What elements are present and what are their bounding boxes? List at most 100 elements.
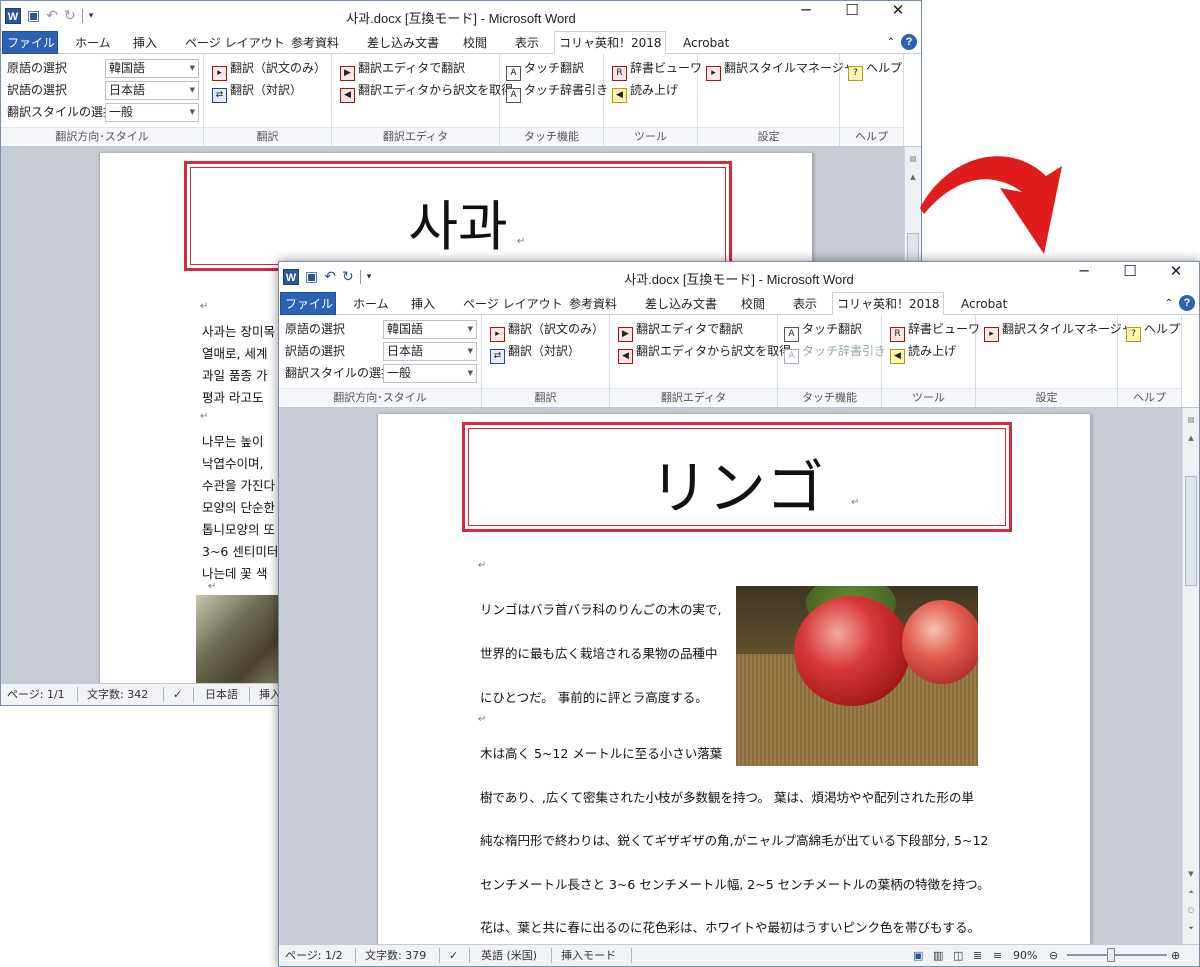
style-manager-button[interactable]: ▸ 翻訳スタイルマネージャ: [706, 58, 855, 81]
editor-get-icon: ◀: [340, 88, 355, 103]
zoom-out-icon[interactable]: ⊖: [1049, 945, 1058, 966]
prev-page-icon[interactable]: ⏶: [1183, 884, 1199, 900]
style-select[interactable]: 一般 ▼: [105, 103, 199, 122]
outline-icon[interactable]: ≣: [973, 945, 982, 966]
touch-translate-button[interactable]: A タッチ翻訳: [784, 319, 862, 342]
minimize-button[interactable]: ─: [783, 1, 829, 32]
editor-translate-button[interactable]: ▶ 翻訳エディタで翻訳: [618, 319, 743, 342]
dict-viewer-button[interactable]: R 辞書ビューワ: [612, 58, 702, 81]
close-button[interactable]: ✕: [1153, 262, 1199, 293]
editor-translate-button[interactable]: ▶ 翻訳エディタで翻訳: [340, 58, 465, 81]
text-line: 수관을 가진다: [202, 478, 275, 493]
ribbon-tabs: ファイル ホーム 挿入 ページ レイアウト 参考資料 差し込み文書 校閲 表示 …: [1, 30, 921, 54]
word-count[interactable]: 文字数: 379: [365, 945, 426, 966]
source-select[interactable]: 韓国語 ▼: [105, 59, 199, 78]
ruler-toggle-icon[interactable]: ▤: [1183, 412, 1199, 428]
tab-insert[interactable]: 挿入: [129, 32, 161, 54]
translate-pair-icon: ⇄: [490, 349, 505, 364]
help-icon[interactable]: ?: [1179, 295, 1195, 311]
insert-mode[interactable]: 挿入モード: [561, 945, 616, 966]
tab-korya[interactable]: コリャ英和！2018: [554, 31, 666, 54]
tab-references[interactable]: 参考資料: [565, 293, 621, 315]
tab-review[interactable]: 校閲: [459, 32, 491, 54]
tab-insert[interactable]: 挿入: [407, 293, 439, 315]
tab-review[interactable]: 校閲: [737, 293, 769, 315]
word-count[interactable]: 文字数: 342: [87, 684, 148, 705]
target-select[interactable]: 日本語 ▼: [383, 342, 477, 361]
collapse-ribbon-icon[interactable]: ⌃: [887, 37, 895, 48]
status-bar: ページ: 1/2 文字数: 379 ✓ 英語 (米国) 挿入モード ▣ ▥ ◫ …: [279, 944, 1199, 966]
print-layout-icon[interactable]: ▣: [913, 945, 923, 966]
group-label: 設定: [698, 127, 839, 144]
scrollbar-thumb[interactable]: [1185, 476, 1197, 586]
group-label: 設定: [976, 388, 1117, 405]
vertical-scrollbar[interactable]: ▤ ▲ ▼ ⏶ ○ ⏷: [1182, 408, 1199, 944]
help-button[interactable]: ? ヘルプ: [848, 58, 902, 81]
proofing-icon[interactable]: ✓: [173, 684, 182, 705]
touch-dict-button[interactable]: A タッチ辞書引き: [784, 341, 886, 364]
maximize-button[interactable]: ☐: [1107, 262, 1153, 293]
group-direction: 原語の選択 韓国語 ▼ 訳語の選択 日本語 ▼ 翻訳スタイルの選択 一般 ▼ 翻訳方向…: [1, 54, 204, 146]
collapse-ribbon-icon[interactable]: ⌃: [1165, 298, 1173, 309]
style-manager-button[interactable]: ▸ 翻訳スタイルマネージャ: [984, 319, 1134, 342]
read-aloud-button[interactable]: ◀ 読み上げ: [612, 80, 678, 103]
editor-get-label: 翻訳エディタから訳文を取得: [358, 83, 514, 97]
tab-acrobat[interactable]: Acrobat: [957, 293, 1011, 315]
tab-page-layout[interactable]: ページ レイアウト: [181, 32, 289, 54]
zoom-in-icon[interactable]: ⊕: [1171, 945, 1180, 966]
group-help: ? ヘルプ ヘルプ: [1118, 315, 1182, 407]
style-select[interactable]: 一般 ▼: [383, 364, 477, 383]
tab-korya[interactable]: コリャ英和！2018: [832, 292, 944, 315]
tab-acrobat[interactable]: Acrobat: [679, 32, 733, 54]
separator: [163, 687, 164, 702]
tab-file[interactable]: ファイル: [280, 292, 336, 315]
help-button[interactable]: ? ヘルプ: [1126, 319, 1180, 342]
close-button[interactable]: ✕: [875, 1, 921, 32]
browse-object-icon[interactable]: ○: [1183, 902, 1199, 918]
scroll-down-icon[interactable]: ▼: [1183, 866, 1199, 882]
editor-get-button[interactable]: ◀ 翻訳エディタから訳文を取得: [618, 341, 791, 364]
maximize-button[interactable]: ☐: [829, 1, 875, 32]
minimize-button[interactable]: ─: [1061, 262, 1107, 293]
translate-only-button[interactable]: ▸ 翻訳（訳文のみ）: [212, 58, 326, 81]
language-indicator[interactable]: 日本語: [205, 684, 238, 705]
style-manager-label: 翻訳スタイルマネージャ: [1002, 322, 1134, 336]
target-select[interactable]: 日本語 ▼: [105, 81, 199, 100]
language-indicator[interactable]: 英語 (米国): [481, 945, 537, 966]
next-page-icon[interactable]: ⏷: [1183, 920, 1199, 936]
translate-pair-button[interactable]: ⇄ 翻訳（対訳）: [490, 341, 580, 364]
zoom-level[interactable]: 90%: [1013, 945, 1037, 966]
editor-get-button[interactable]: ◀ 翻訳エディタから訳文を取得: [340, 80, 514, 103]
touch-translate-button[interactable]: A タッチ翻訳: [506, 58, 584, 81]
tab-mailings[interactable]: 差し込み文書: [641, 293, 721, 315]
group-tools: R 辞書ビューワ ◀ 読み上げ ツール: [604, 54, 702, 146]
read-aloud-button[interactable]: ◀ 読み上げ: [890, 341, 956, 364]
reading-layout-icon[interactable]: ▥: [933, 945, 943, 966]
tab-home[interactable]: ホーム: [349, 293, 393, 315]
dict-viewer-button[interactable]: R 辞書ビューワ: [890, 319, 980, 342]
translate-only-button[interactable]: ▸ 翻訳（訳文のみ）: [490, 319, 604, 342]
tab-view[interactable]: 表示: [789, 293, 821, 315]
draft-icon[interactable]: ≡: [993, 945, 1002, 966]
zoom-slider[interactable]: [1067, 954, 1167, 956]
touch-dict-button[interactable]: A タッチ辞書引き: [506, 80, 608, 103]
tab-references[interactable]: 参考資料: [287, 32, 343, 54]
source-select[interactable]: 韓国語 ▼: [383, 320, 477, 339]
scroll-up-icon[interactable]: ▲: [1183, 430, 1199, 446]
zoom-slider-thumb[interactable]: [1107, 948, 1115, 962]
dictionary-icon: R: [890, 327, 905, 342]
translate-pair-button[interactable]: ⇄ 翻訳（対訳）: [212, 80, 302, 103]
target-label: 訳語の選択: [285, 344, 346, 358]
tab-home[interactable]: ホーム: [71, 32, 115, 54]
tab-view[interactable]: 表示: [511, 32, 543, 54]
tab-file[interactable]: ファイル: [2, 31, 58, 54]
tab-page-layout[interactable]: ページ レイアウト: [459, 293, 567, 315]
page-count[interactable]: ページ: 1/2: [285, 945, 343, 966]
dictionary-icon: R: [612, 66, 627, 81]
page-count[interactable]: ページ: 1/1: [7, 684, 65, 705]
web-layout-icon[interactable]: ◫: [953, 945, 963, 966]
help-icon[interactable]: ?: [901, 34, 917, 50]
proofing-icon[interactable]: ✓: [449, 945, 458, 966]
document-page[interactable]: リンゴ ↵ ↵ リンゴはバラ首バラ科のりんごの木の実で, 世界的に最も広く栽培さ…: [377, 414, 1091, 944]
tab-mailings[interactable]: 差し込み文書: [363, 32, 443, 54]
